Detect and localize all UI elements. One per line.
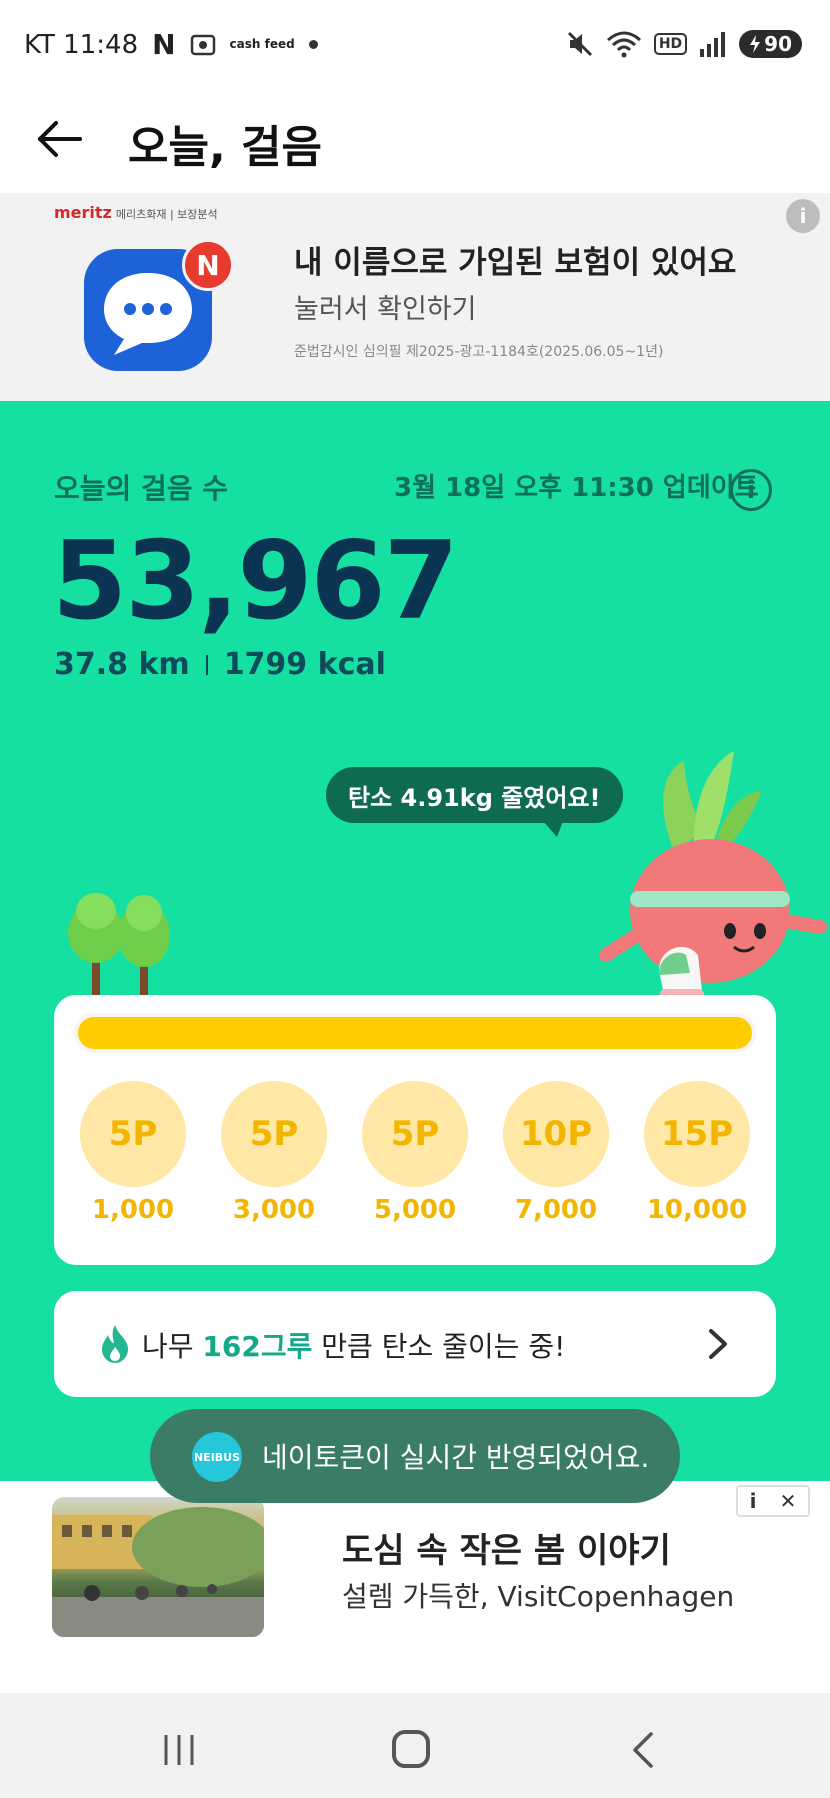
cashfeed-icon: cash feed xyxy=(229,37,295,51)
carbon-bubble: 탄소 4.91kg 줄였어요! xyxy=(326,767,623,837)
milestone-steps: 10,000 xyxy=(646,1195,748,1225)
milestone-steps: 7,000 xyxy=(514,1195,598,1225)
milestone-item[interactable]: 5P 1,000 xyxy=(80,1081,186,1225)
milestone-steps: 3,000 xyxy=(232,1195,316,1225)
mute-icon xyxy=(567,31,592,57)
ad-title: 도심 속 작은 봄 이야기 xyxy=(342,1531,671,1571)
milestone-points: 15P xyxy=(644,1081,750,1187)
battery-icon: 90 xyxy=(739,30,802,58)
naver-app-icon: N xyxy=(152,28,176,61)
ad-close-icon[interactable]: ✕ xyxy=(780,1489,797,1513)
fire-icon xyxy=(102,1325,128,1363)
milestones: 5P 1,000 5P 3,000 5P 5,000 10P 7,000 15P… xyxy=(80,1081,750,1225)
battery-level: 90 xyxy=(764,32,792,56)
screenshot-icon xyxy=(190,34,215,55)
milestone-points: 5P xyxy=(80,1081,186,1187)
progress-fill xyxy=(78,1017,752,1049)
new-badge: N xyxy=(182,239,234,291)
steps-label: 오늘의 걸음 수 xyxy=(54,472,229,505)
milestone-points: 5P xyxy=(221,1081,327,1187)
ad-brand: meritz 메리츠화재 | 보장분석 xyxy=(54,203,218,222)
milestone-item[interactable]: 5P 5,000 xyxy=(362,1081,468,1225)
recents-icon[interactable] xyxy=(162,1733,196,1767)
bottom-ad-banner[interactable]: 도심 속 작은 봄 이야기 설렘 가득한, VisitCopenhagen i … xyxy=(0,1481,830,1693)
street-photo-illustration xyxy=(52,1507,264,1637)
tree-count: 162그루 xyxy=(202,1330,313,1363)
chevron-right-icon xyxy=(709,1329,727,1359)
milestone-item[interactable]: 15P 10,000 xyxy=(644,1081,750,1225)
ad-choices-info-icon[interactable]: i xyxy=(750,1489,757,1513)
ad-info-icon[interactable]: i xyxy=(786,199,820,233)
back-arrow-icon[interactable] xyxy=(34,113,86,165)
toast-text: 네이토큰이 실시간 반영되었어요. xyxy=(262,1441,650,1474)
status-left: KT 11:48 N cash feed xyxy=(24,28,318,61)
update-time: 3월 18일 오후 11:30 업데이트 xyxy=(394,473,759,503)
ad-disclaimer: 준법감시인 심의필 제2025-광고-1184호(2025.06.05~1년) xyxy=(294,344,664,360)
steps-count: 53,967 xyxy=(52,519,459,644)
ad-app-icon-wrap: N xyxy=(84,239,234,371)
page-title: 오늘, 걸음 xyxy=(128,122,322,173)
notification-dot-icon xyxy=(308,40,318,49)
progress-card: 5P 1,000 5P 3,000 5P 5,000 10P 7,000 15P… xyxy=(54,995,776,1265)
milestone-steps: 5,000 xyxy=(373,1195,457,1225)
wifi-icon xyxy=(606,31,641,58)
tree-text-prefix: 나무 xyxy=(142,1330,203,1363)
neibus-logo-icon: NEIBUS xyxy=(192,1432,242,1482)
tree-carbon-card[interactable]: 나무 162그루 만큼 탄소 줄이는 중! xyxy=(54,1291,776,1397)
signal-icon xyxy=(700,32,726,57)
tree-text-suffix: 만큼 탄소 줄이는 중! xyxy=(312,1330,566,1363)
milestone-points: 5P xyxy=(362,1081,468,1187)
toast-message: NEIBUS 네이토큰이 실시간 반영되었어요. xyxy=(150,1409,680,1503)
info-icon[interactable]: i xyxy=(730,469,772,511)
ad-brand-sub: 메리츠화재 | 보장분석 xyxy=(115,208,218,221)
ad-headline: 내 이름으로 가입된 보험이 있어요 xyxy=(294,245,737,281)
milestone-item[interactable]: 10P 7,000 xyxy=(503,1081,609,1225)
step-summary-panel: 오늘의 걸음 수 3월 18일 오후 11:30 업데이트 i 53,967 3… xyxy=(0,401,830,1481)
ad-controls: i ✕ xyxy=(736,1485,810,1517)
status-right: HD 90 xyxy=(566,30,802,58)
top-ad-banner[interactable]: meritz 메리츠화재 | 보장분석 N 내 이름으로 가입된 보험이 있어요… xyxy=(0,193,830,401)
ad-subtitle: 설렘 가득한, VisitCopenhagen xyxy=(342,1580,735,1613)
home-icon[interactable] xyxy=(392,1730,430,1768)
status-bar: KT 11:48 N cash feed HD 90 xyxy=(0,0,830,95)
charging-icon xyxy=(750,35,761,53)
ad-brand-logo: meritz xyxy=(54,203,112,222)
app-bar: 오늘, 걸음 xyxy=(0,95,830,195)
system-nav-bar xyxy=(0,1693,830,1798)
trees-illustration xyxy=(68,893,170,1001)
ad-photo xyxy=(52,1497,264,1637)
tree-carbon-text: 나무 162그루 만큼 탄소 줄이는 중! xyxy=(142,1325,565,1365)
radish-mascot-illustration xyxy=(599,751,827,999)
system-back-icon[interactable] xyxy=(632,1731,654,1769)
milestone-steps: 1,000 xyxy=(91,1195,175,1225)
calories: 1799 kcal xyxy=(223,647,386,682)
milestone-points: 10P xyxy=(503,1081,609,1187)
stats-divider xyxy=(205,654,208,675)
ad-subline: 눌러서 확인하기 xyxy=(294,294,477,325)
milestone-item[interactable]: 5P 3,000 xyxy=(221,1081,327,1225)
carrier-time: KT 11:48 xyxy=(24,29,139,60)
hd-voice-icon: HD xyxy=(653,33,688,55)
distance: 37.8 km xyxy=(54,647,190,682)
stats-row: 37.8 km 1799 kcal xyxy=(54,647,386,682)
